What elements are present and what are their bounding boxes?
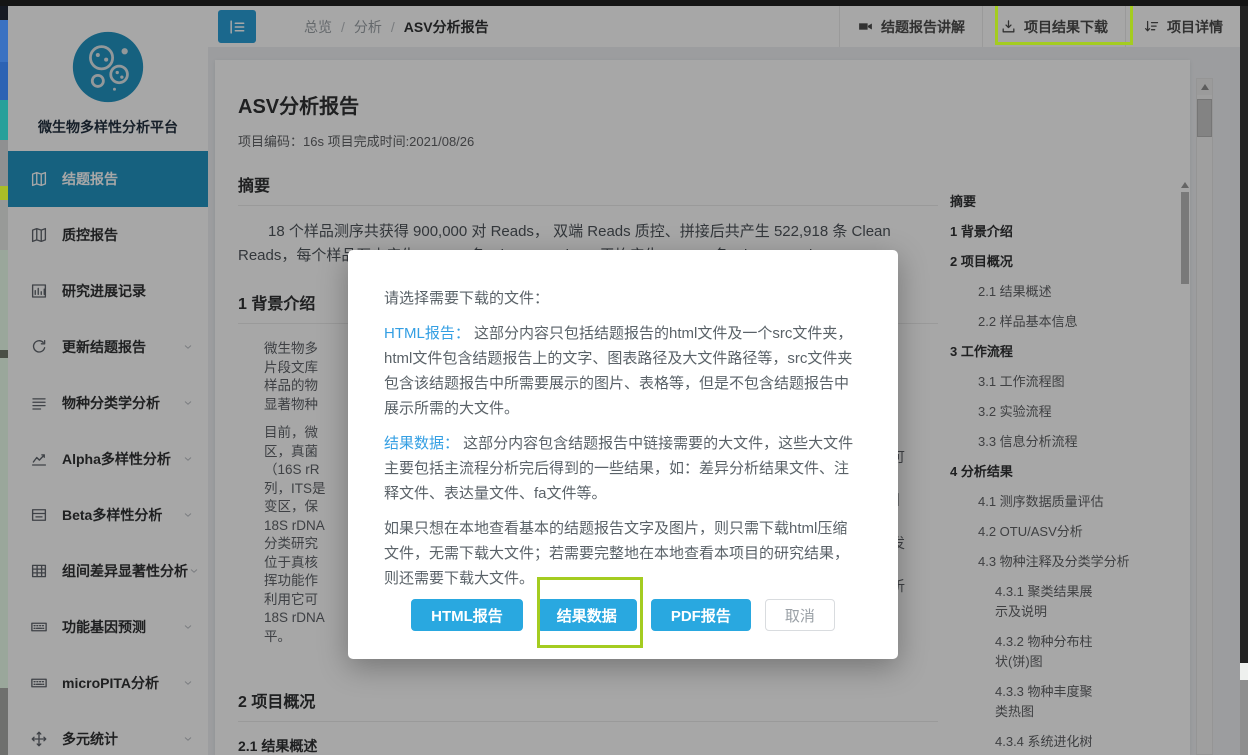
dialog-paragraph-text: 如果只想在本地查看基本的结题报告文字及图片，则只需下载html压缩文件，无需下载… [384, 520, 849, 587]
screen-edge-top [0, 0, 1248, 6]
dialog-paragraph-lead: HTML报告： [384, 325, 470, 342]
dialog-paragraph-text: 请选择需要下载的文件： [384, 290, 549, 307]
modal-button-result-data[interactable]: 结果数据 [537, 599, 637, 631]
modal-button-html-report[interactable]: HTML报告 [411, 599, 523, 631]
download-dialog: 请选择需要下载的文件： HTML报告： 这部分内容只包括结题报告的html文件及… [348, 250, 898, 659]
modal-button-pdf-report[interactable]: PDF报告 [651, 599, 751, 631]
dialog-buttons: HTML报告 结果数据 PDF报告 取消 [384, 599, 862, 631]
dialog-paragraph-lead: 结果数据： [384, 435, 459, 452]
dialog-body: 请选择需要下载的文件： HTML报告： 这部分内容只包括结题报告的html文件及… [384, 286, 862, 591]
dialog-paragraph: 结果数据： 这部分内容包含结题报告中链接需要的大文件，这些大文件主要包括主流程分… [384, 431, 862, 506]
dialog-paragraph: HTML报告： 这部分内容只包括结题报告的html文件及一个src文件夹，htm… [384, 321, 862, 421]
dialog-paragraph: 请选择需要下载的文件： [384, 286, 862, 311]
dialog-paragraph: 如果只想在本地查看基本的结题报告文字及图片，则只需下载html压缩文件，无需下载… [384, 516, 862, 591]
screen-edge-right [1240, 6, 1248, 755]
modal-button-cancel[interactable]: 取消 [765, 599, 835, 631]
screen-edge-left [0, 6, 8, 755]
